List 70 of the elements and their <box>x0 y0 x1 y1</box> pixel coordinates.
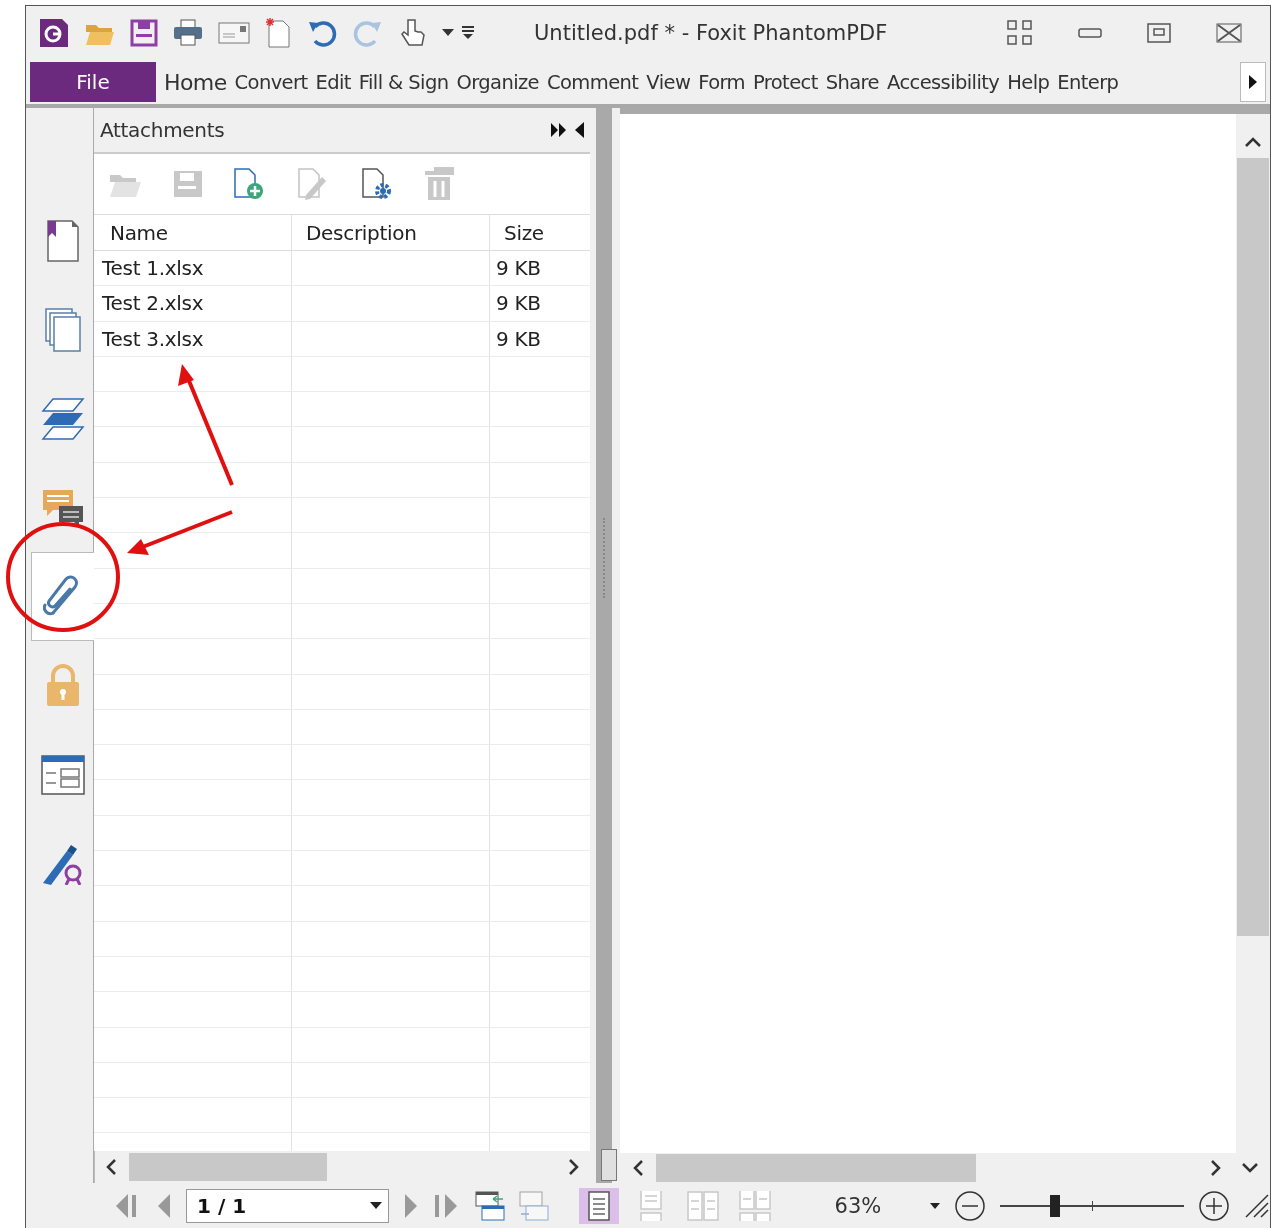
previous-view-icon[interactable] <box>474 1190 505 1222</box>
fullscreen-icon[interactable] <box>1007 20 1033 46</box>
app-logo-icon[interactable] <box>38 17 70 49</box>
ribbon-tab[interactable]: Accessibility <box>883 69 1004 95</box>
ribbon-tab[interactable]: Home <box>160 69 231 95</box>
panel-title: Attachments <box>100 118 226 142</box>
scrollbar-thumb[interactable] <box>1237 158 1269 936</box>
expand-panel-icon[interactable] <box>551 123 567 137</box>
file-name-cell[interactable]: Test 1.xlsx <box>94 251 292 286</box>
ribbon-tab[interactable]: Comment <box>543 69 643 95</box>
customize-icon[interactable] <box>462 26 474 40</box>
pages-icon <box>43 306 82 353</box>
print-icon[interactable] <box>172 19 204 47</box>
file-size-cell-text: 9 KB <box>495 325 542 353</box>
scrollbar-thumb[interactable] <box>656 1154 976 1182</box>
scrollbar-thumb[interactable] <box>129 1153 327 1181</box>
dropdown-caret-icon <box>369 1202 382 1210</box>
scroll-down-icon[interactable] <box>1242 1162 1258 1174</box>
scroll-left-icon[interactable] <box>105 1159 117 1175</box>
dropdown-caret-icon[interactable] <box>930 1202 940 1210</box>
file-menu-button[interactable]: File <box>30 62 156 102</box>
column-header[interactable]: Description <box>292 215 490 250</box>
hand-pointer-icon[interactable] <box>398 17 428 49</box>
ribbon-tab[interactable]: Fill & Sign <box>354 69 453 95</box>
right-arrow-icon <box>1249 75 1257 89</box>
dropdown-caret-icon[interactable] <box>442 29 454 37</box>
splitter-handle[interactable] <box>601 1149 617 1181</box>
column-header[interactable]: Size <box>490 215 590 250</box>
column-header[interactable]: Name <box>94 215 292 250</box>
padlock-icon <box>44 663 81 708</box>
ribbon-tab[interactable]: Convert <box>230 69 312 95</box>
file-size-cell-text: 9 KB <box>495 255 542 283</box>
resize-grip-icon[interactable] <box>1244 1193 1270 1219</box>
properties-attachment-button[interactable] <box>360 167 394 201</box>
ribbon-tab[interactable]: Protect <box>748 69 822 95</box>
undo-icon[interactable] <box>306 18 338 48</box>
tab-scroll-button[interactable] <box>1240 62 1266 102</box>
ribbon-tab[interactable]: Organize <box>452 69 543 95</box>
add-attachment-button[interactable] <box>232 167 266 201</box>
layers-icon <box>40 396 85 441</box>
file-name-cell[interactable]: Test 3.xlsx <box>94 321 292 356</box>
minimize-icon[interactable] <box>1078 27 1102 39</box>
ribbon-tab[interactable]: Enterp <box>1053 69 1123 95</box>
scroll-right-icon[interactable] <box>1210 1160 1222 1176</box>
attachments-panel-button[interactable] <box>31 552 94 641</box>
zoom-in-icon[interactable] <box>1198 1190 1230 1222</box>
collapse-panel-icon[interactable] <box>575 122 584 138</box>
scroll-up-icon[interactable] <box>1245 136 1261 148</box>
ribbon-tab[interactable]: Form <box>694 69 749 95</box>
ribbon-tab[interactable]: Edit <box>311 69 355 95</box>
window-title: Untitled.pdf * - Foxit PhantomPDF <box>534 21 888 45</box>
file-size-cell-text: 9 KB <box>495 290 542 318</box>
new-document-icon[interactable] <box>264 17 292 49</box>
scroll-right-icon[interactable] <box>568 1159 580 1175</box>
form-fields-icon <box>40 754 85 795</box>
scroll-left-icon[interactable] <box>632 1160 644 1176</box>
ribbon-tab[interactable]: Share <box>821 69 883 95</box>
close-icon[interactable] <box>1216 23 1242 43</box>
page-number-field[interactable]: 1 / 1 <box>186 1189 389 1223</box>
bookmark-page-icon <box>44 218 81 263</box>
ribbon-tab[interactable]: View <box>642 69 695 95</box>
single-view-button[interactable] <box>578 1188 619 1224</box>
save-icon[interactable] <box>130 19 158 47</box>
file-name-cell[interactable]: Test 2.xlsx <box>94 286 292 321</box>
zoom-out-icon[interactable] <box>954 1190 986 1222</box>
zoom-percentage[interactable]: 63% <box>834 1194 916 1218</box>
slider-thumb[interactable] <box>1050 1195 1061 1217</box>
envelope-icon[interactable] <box>218 21 250 45</box>
restore-icon[interactable] <box>1147 23 1171 43</box>
ribbon-tab[interactable]: Help <box>1003 69 1054 95</box>
